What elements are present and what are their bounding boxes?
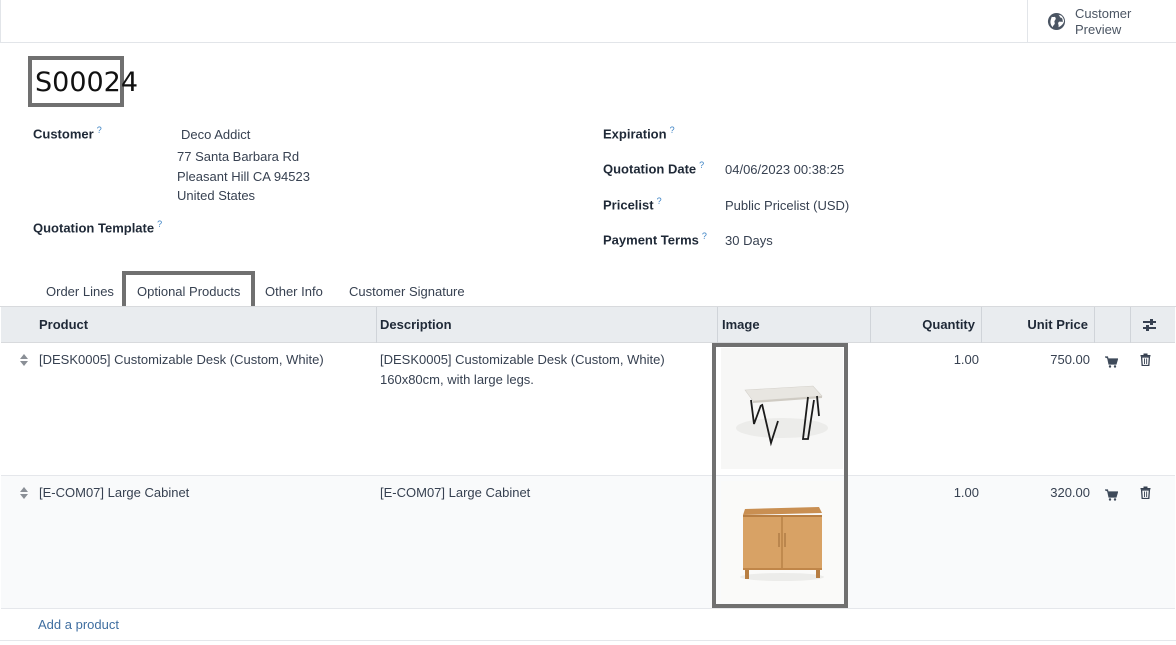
table-row[interactable]: [E-COM07] Large Cabinet [E-COM07] Large … [1, 476, 1175, 609]
help-icon[interactable]: ? [699, 160, 704, 170]
column-separator [1130, 307, 1131, 343]
quotation-template-label: Quotation Template? [33, 219, 163, 236]
add-product-link[interactable]: Add a product [38, 617, 119, 632]
column-header-product[interactable]: Product [33, 307, 94, 343]
customer-name[interactable]: Deco Addict [181, 125, 250, 145]
description-cell-line-1[interactable]: [DESK0005] Customizable Desk (Custom, Wh… [380, 350, 665, 370]
expiration-label: Expiration? [603, 125, 675, 142]
record-title: S00024 [28, 56, 138, 107]
table-header: Product Description Image Quantity Unit … [1, 307, 1175, 343]
drag-handle-icon[interactable] [19, 353, 29, 367]
pricelist-label: Pricelist? [603, 196, 662, 213]
trash-icon[interactable] [1140, 486, 1151, 499]
column-header-description[interactable]: Description [374, 307, 458, 343]
customer-label: Customer? [33, 125, 102, 142]
column-header-quantity[interactable]: Quantity [871, 307, 981, 343]
table-row[interactable]: [DESK0005] Customizable Desk (Custom, Wh… [1, 343, 1175, 476]
unit-price-cell[interactable]: 750.00 [981, 350, 1090, 370]
help-icon[interactable]: ? [670, 125, 675, 135]
help-icon[interactable]: ? [97, 125, 102, 135]
customer-address-line-3: United States [177, 188, 256, 203]
cabinet-image[interactable] [721, 481, 843, 602]
table-footer-divider [0, 640, 1176, 641]
column-separator [981, 307, 982, 343]
payment-terms-value[interactable]: 30 Days [725, 231, 773, 251]
tab-order-lines[interactable]: Order Lines [46, 284, 114, 299]
drag-handle-icon[interactable] [19, 486, 29, 500]
notebook-tabs: Order Lines Optional Products Other Info… [0, 271, 1176, 308]
quotation-date-label: Quotation Date? [603, 160, 705, 177]
description-cell-line-2[interactable]: 160x80cm, with large legs. [380, 370, 534, 390]
column-header-unit-price[interactable]: Unit Price [981, 307, 1094, 343]
add-to-order-cart-icon[interactable] [1105, 489, 1118, 501]
tab-customer-signature[interactable]: Customer Signature [349, 284, 465, 299]
help-icon[interactable]: ? [157, 219, 162, 229]
help-icon[interactable]: ? [657, 196, 662, 206]
globe-icon [1047, 12, 1066, 31]
optional-columns-icon[interactable] [1142, 318, 1157, 332]
customer-address-line-1: 77 Santa Barbara Rd [177, 149, 300, 164]
customer-preview-label: Customer Preview [1075, 6, 1132, 37]
column-separator [1094, 307, 1095, 343]
product-cell[interactable]: [E-COM07] Large Cabinet [39, 483, 189, 503]
column-separator [717, 307, 718, 343]
desk-image[interactable] [721, 348, 843, 469]
quantity-cell[interactable]: 1.00 [871, 350, 979, 370]
product-cell[interactable]: [DESK0005] Customizable Desk (Custom, Wh… [39, 350, 324, 370]
pricelist-value[interactable]: Public Pricelist (USD) [725, 196, 849, 216]
tab-other-info[interactable]: Other Info [265, 284, 323, 299]
quotation-date-value[interactable]: 04/06/2023 00:38:25 [725, 160, 844, 180]
column-separator [376, 307, 377, 343]
tab-optional-products[interactable]: Optional Products [122, 271, 256, 308]
control-panel [0, 0, 1176, 43]
column-header-image[interactable]: Image [716, 307, 766, 343]
customer-preview-button[interactable]: Customer Preview [1027, 0, 1176, 43]
add-to-order-cart-icon[interactable] [1105, 356, 1118, 368]
quantity-cell[interactable]: 1.00 [871, 483, 979, 503]
trash-icon[interactable] [1140, 353, 1151, 366]
unit-price-cell[interactable]: 320.00 [981, 483, 1090, 503]
column-separator [870, 307, 871, 343]
description-cell-line-1[interactable]: [E-COM07] Large Cabinet [380, 483, 530, 503]
help-icon[interactable]: ? [702, 231, 707, 241]
customer-address-line-2: Pleasant Hill CA 94523 [177, 169, 310, 184]
payment-terms-label: Payment Terms? [603, 231, 707, 248]
